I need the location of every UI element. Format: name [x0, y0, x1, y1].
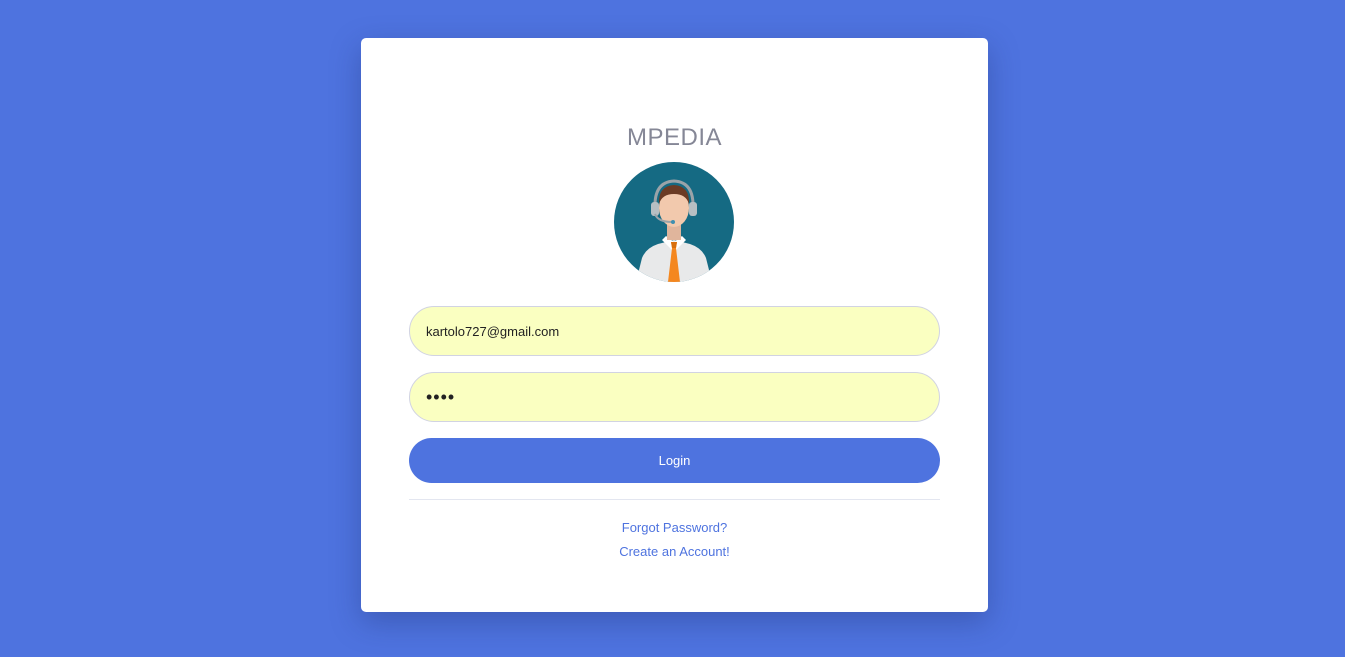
divider — [409, 499, 940, 500]
login-card: MPEDIA kartolo727@gmail.com Login Forgot… — [361, 38, 988, 612]
forgot-password-link[interactable]: Forgot Password? — [622, 520, 728, 535]
login-button[interactable]: Login — [409, 438, 940, 483]
email-field[interactable] — [409, 306, 940, 356]
customer-support-agent-icon — [614, 162, 734, 282]
create-account-link[interactable]: Create an Account! — [619, 544, 730, 559]
brand-title: MPEDIA — [626, 124, 722, 151]
forgot-password-row: Forgot Password? — [361, 520, 988, 535]
password-field[interactable] — [409, 372, 940, 422]
create-account-row: Create an Account! — [361, 544, 988, 559]
